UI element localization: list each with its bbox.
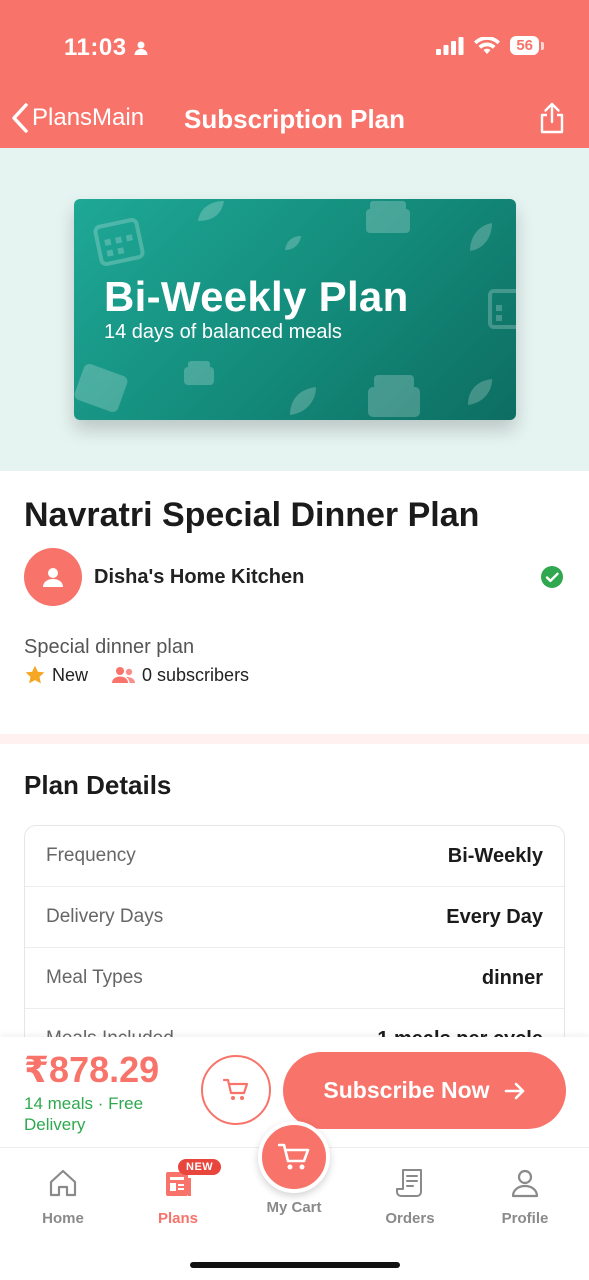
plan-price: ₹878.29	[24, 1049, 160, 1090]
section-divider	[0, 734, 589, 744]
back-label: PlansMain	[32, 104, 145, 131]
detail-label: Frequency	[46, 845, 136, 866]
person-icon	[134, 41, 148, 55]
detail-row-meal-types: Meal Types dinner	[25, 948, 564, 1009]
page-title: Subscription Plan	[184, 104, 406, 134]
meal-box-icon	[184, 361, 214, 385]
calendar-icon	[93, 217, 145, 267]
arrow-right-icon	[504, 1082, 524, 1099]
my-cart-button[interactable]	[258, 1121, 330, 1193]
tab-home[interactable]: Home	[18, 1166, 108, 1227]
detail-label: Meal Types	[46, 967, 143, 988]
share-button[interactable]	[539, 102, 565, 139]
app-header: 11:03 56 PlansMain Subscription Plan	[0, 0, 589, 148]
tab-cart-label[interactable]: My Cart	[244, 1199, 344, 1216]
users-icon	[112, 667, 136, 683]
tab-profile-label: Profile	[501, 1210, 549, 1227]
rating: New	[24, 664, 88, 686]
detail-row-frequency: Frequency Bi-Weekly	[25, 826, 564, 887]
status-indicators: 56	[436, 36, 544, 55]
cart-icon	[278, 1143, 310, 1170]
leaf-icon	[198, 201, 224, 221]
tab-plans[interactable]: Plans	[133, 1166, 223, 1227]
wifi-icon	[474, 36, 501, 54]
tab-profile[interactable]: Profile	[480, 1166, 570, 1227]
home-icon	[49, 1169, 77, 1197]
details-heading: Plan Details	[24, 770, 172, 800]
calendar-icon	[488, 289, 516, 329]
kitchen-name: Disha's Home Kitchen	[94, 566, 305, 588]
tab-orders[interactable]: Orders	[365, 1166, 455, 1227]
leaf-icon	[470, 223, 492, 251]
detail-value: Bi-Weekly	[447, 844, 543, 867]
chevron-left-icon	[12, 103, 28, 133]
price-subtext: 14 meals · Free Delivery	[24, 1094, 144, 1134]
plan-description: Special dinner plan	[24, 636, 195, 658]
detail-row-delivery-days: Delivery Days Every Day	[25, 887, 564, 948]
back-button[interactable]: PlansMain	[10, 102, 144, 134]
plan-meta: New 0 subscribers	[24, 664, 273, 686]
star-icon	[25, 665, 45, 684]
cart-icon	[223, 1078, 249, 1100]
nav-bar: PlansMain Subscription Plan	[0, 100, 589, 140]
receipt-icon	[396, 1169, 422, 1197]
kitchen-row[interactable]: Disha's Home Kitchen	[24, 548, 565, 608]
status-time: 11:03	[64, 34, 149, 62]
subscribe-label: Subscribe Now	[323, 1077, 490, 1103]
subscribe-button[interactable]: Subscribe Now	[283, 1052, 566, 1129]
share-icon	[540, 102, 564, 134]
kitchen-avatar	[24, 548, 82, 606]
subscribers-label: 0 subscribers	[142, 664, 250, 685]
signal-icon	[436, 36, 464, 55]
detail-label: Delivery Days	[46, 906, 164, 927]
rating-label: New	[52, 664, 89, 685]
plan-title: Navratri Special Dinner Plan	[24, 496, 480, 534]
plan-banner: Bi-Weekly Plan 14 days of balanced meals	[74, 199, 516, 420]
add-to-cart-button[interactable]	[201, 1055, 271, 1125]
banner-area: Bi-Weekly Plan 14 days of balanced meals	[0, 148, 589, 471]
detail-value: Every Day	[446, 905, 543, 928]
status-time-label: 11:03	[64, 34, 127, 61]
meal-box-icon	[74, 363, 128, 413]
banner-title: Bi-Weekly Plan	[104, 273, 409, 320]
verified-check-icon	[541, 566, 563, 588]
tab-plans-label: Plans	[157, 1210, 199, 1227]
person-icon	[43, 568, 63, 587]
tab-orders-label: Orders	[385, 1210, 435, 1227]
user-icon	[511, 1169, 539, 1198]
new-badge: NEW	[178, 1159, 222, 1175]
tab-home-label: Home	[42, 1210, 84, 1227]
meal-box-icon	[366, 201, 410, 233]
battery-indicator: 56	[510, 36, 544, 55]
banner-subtitle: 14 days of balanced meals	[104, 321, 342, 343]
detail-value: dinner	[481, 966, 543, 989]
leaf-icon	[285, 236, 301, 250]
meal-box-icon	[368, 375, 420, 417]
leaf-icon	[290, 387, 316, 415]
leaf-icon	[468, 379, 492, 405]
home-indicator	[190, 1262, 400, 1268]
subscribers: 0 subscribers	[112, 665, 249, 686]
